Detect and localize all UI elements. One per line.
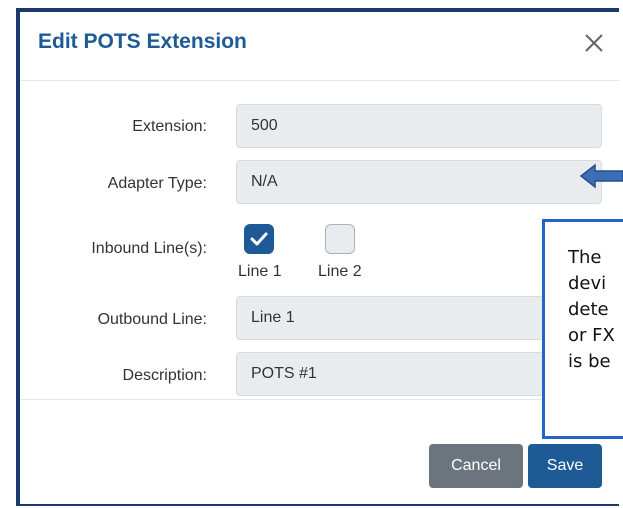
description-label: Description:	[122, 367, 207, 384]
inbound-line-1-label: Line 1	[238, 263, 282, 280]
edit-extension-dialog: Edit POTS Extension Extension: 500 Adapt…	[16, 8, 619, 506]
save-button[interactable]: Save	[528, 444, 602, 488]
extension-field[interactable]: 500	[236, 104, 602, 148]
close-button[interactable]	[581, 30, 607, 56]
dialog-title: Edit POTS Extension	[38, 30, 247, 53]
inbound-line-2-checkbox[interactable]	[325, 224, 355, 254]
adapter-type-label: Adapter Type:	[107, 175, 207, 192]
dialog-footer	[20, 399, 619, 400]
dialog-header: Edit POTS Extension	[20, 12, 619, 81]
checkmark-icon	[250, 232, 268, 246]
inbound-line-2-label: Line 2	[318, 263, 362, 280]
cancel-button[interactable]: Cancel	[429, 444, 523, 488]
page: Edit POTS Extension Extension: 500 Adapt…	[0, 0, 623, 508]
inbound-lines-label: Inbound Line(s):	[91, 240, 207, 257]
adapter-type-field[interactable]: N/A	[236, 160, 602, 204]
outbound-line-label: Outbound Line:	[97, 311, 207, 328]
callout-line: dete	[568, 299, 609, 320]
callout-line: is be	[568, 351, 611, 372]
callout-line: devi	[568, 273, 607, 294]
close-icon	[585, 34, 603, 52]
extension-label: Extension:	[132, 118, 207, 135]
left-arrow-icon	[579, 163, 623, 189]
annotation-callout: The devi dete or FX is be	[542, 219, 623, 439]
callout-line: or FX	[568, 325, 615, 346]
callout-line: The	[568, 247, 602, 268]
inbound-line-1-checkbox[interactable]	[244, 224, 274, 254]
